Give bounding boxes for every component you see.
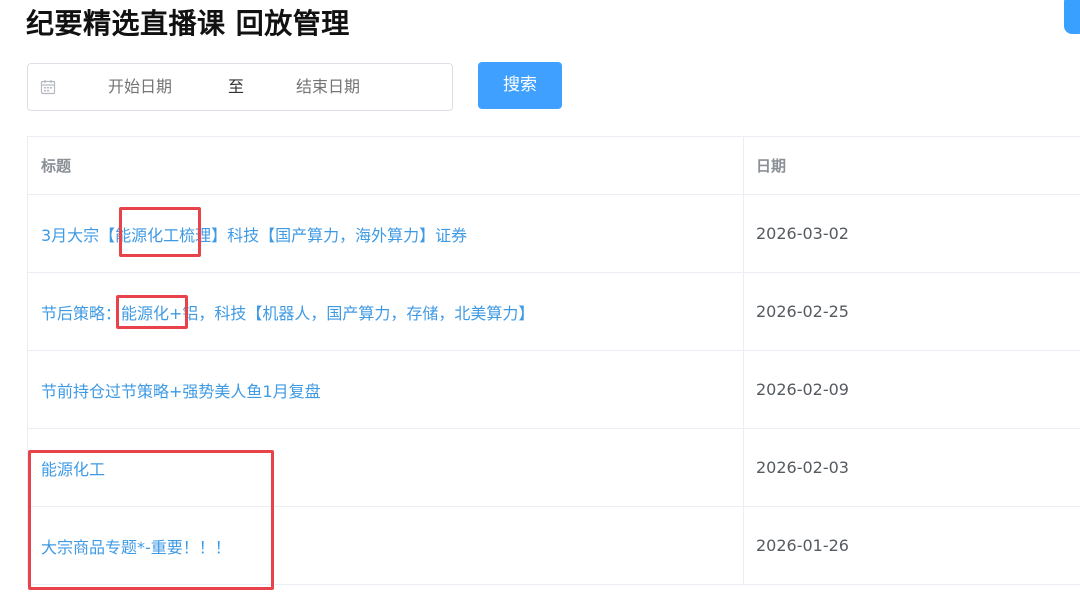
table-row: 能源化工 2026-02-03 bbox=[28, 429, 1080, 507]
column-header-title[interactable]: 标题 bbox=[28, 137, 744, 194]
title-cell: 大宗商品专题*-重要！！！ bbox=[28, 507, 744, 584]
date-cell: 2026-02-09 bbox=[756, 380, 849, 399]
search-button[interactable]: 搜索 bbox=[478, 62, 562, 109]
range-separator: 至 bbox=[228, 77, 245, 96]
replay-table: 标题 日期 3月大宗【能源化工梳理】科技【国产算力，海外算力】证券 2026-0… bbox=[27, 136, 1080, 585]
table-row: 大宗商品专题*-重要！！！ 2026-01-26 bbox=[28, 507, 1080, 585]
table-header-row: 标题 日期 bbox=[28, 137, 1080, 195]
table-row: 节后策略：能源化+铝，科技【机器人，国产算力，存储，北美算力】 2026-02-… bbox=[28, 273, 1080, 351]
column-header-date[interactable]: 日期 bbox=[744, 137, 1080, 194]
replay-title-link[interactable]: 节前持仓过节策略+强势美人鱼1月复盘 bbox=[41, 378, 321, 402]
date-cell: 2026-02-03 bbox=[756, 458, 849, 477]
calendar-icon bbox=[40, 80, 56, 95]
page: 纪要精选直播课 回放管理 至 搜索 标题 日期 3月大宗【能源化工梳理】科技【国… bbox=[0, 0, 1080, 602]
table-row: 3月大宗【能源化工梳理】科技【国产算力，海外算力】证券 2026-03-02 bbox=[28, 195, 1080, 273]
date-range-picker[interactable]: 至 bbox=[27, 63, 453, 111]
floating-widget[interactable] bbox=[1064, 0, 1080, 34]
date-cell: 2026-03-02 bbox=[756, 224, 849, 243]
start-date-input[interactable] bbox=[108, 64, 218, 110]
replay-title-link[interactable]: 能源化工 bbox=[41, 456, 105, 480]
title-cell: 能源化工 bbox=[28, 429, 744, 506]
replay-title-link[interactable]: 节后策略：能源化+铝，科技【机器人，国产算力，存储，北美算力】 bbox=[41, 300, 534, 324]
replay-title-link[interactable]: 大宗商品专题*-重要！！！ bbox=[41, 534, 231, 558]
table-row: 节前持仓过节策略+强势美人鱼1月复盘 2026-02-09 bbox=[28, 351, 1080, 429]
title-cell: 节后策略：能源化+铝，科技【机器人，国产算力，存储，北美算力】 bbox=[28, 273, 744, 350]
date-cell: 2026-01-26 bbox=[756, 536, 849, 555]
end-date-input[interactable] bbox=[296, 64, 406, 110]
title-cell: 3月大宗【能源化工梳理】科技【国产算力，海外算力】证券 bbox=[28, 195, 744, 272]
title-cell: 节前持仓过节策略+强势美人鱼1月复盘 bbox=[28, 351, 744, 428]
page-title: 纪要精选直播课 回放管理 bbox=[26, 7, 350, 40]
replay-title-link[interactable]: 3月大宗【能源化工梳理】科技【国产算力，海外算力】证券 bbox=[41, 222, 467, 246]
date-cell: 2026-02-25 bbox=[756, 302, 849, 321]
